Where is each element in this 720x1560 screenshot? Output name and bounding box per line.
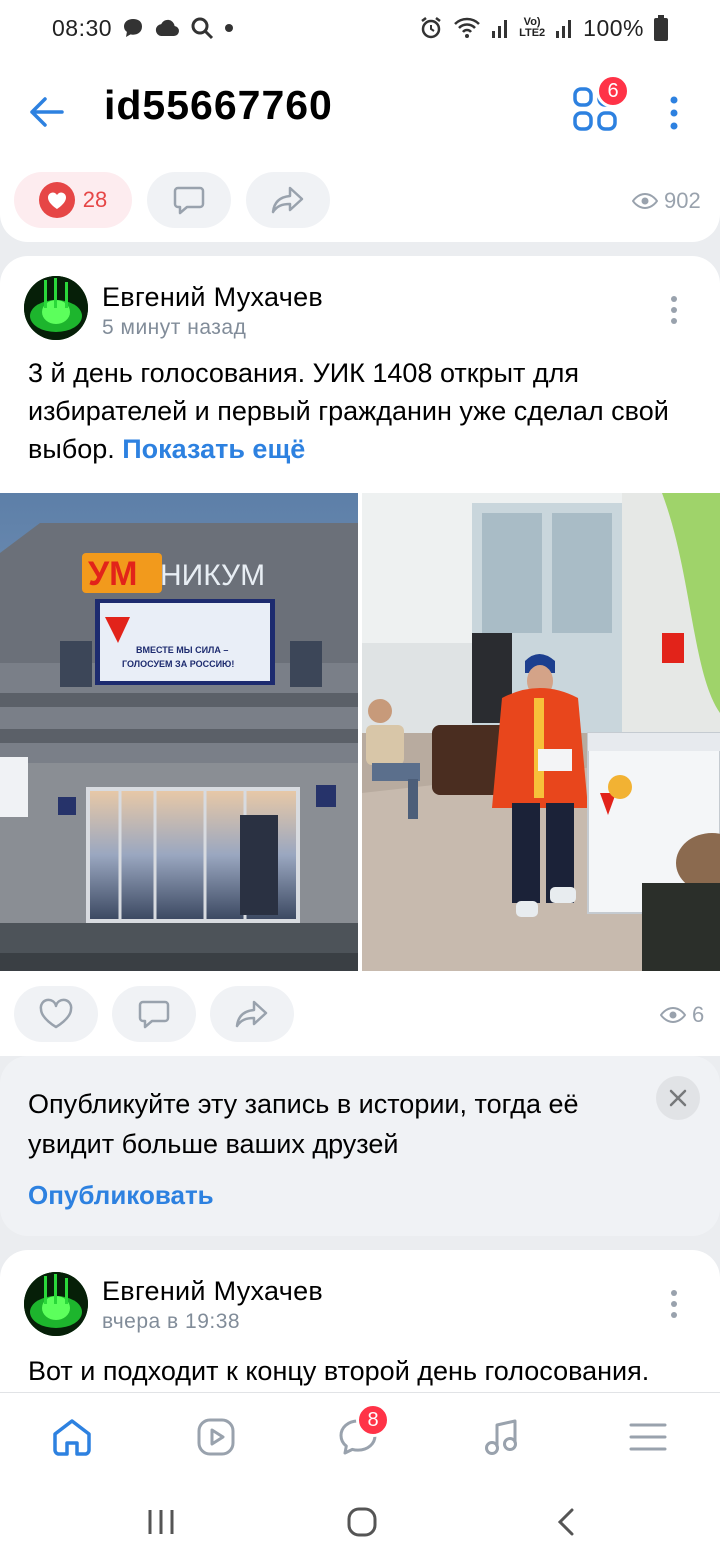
more-vertical-icon xyxy=(671,1290,677,1318)
more-options-button[interactable] xyxy=(660,88,688,138)
views-counter: 6 xyxy=(660,1002,704,1028)
post-text: Вот и подходит к концу второй день голос… xyxy=(28,1356,650,1386)
search-icon xyxy=(190,16,214,40)
tab-messenger[interactable]: 8 xyxy=(332,1403,390,1463)
battery-icon xyxy=(654,15,668,41)
building-photo[interactable]: УМ НИКУМ ВМЕСТЕ МЫ СИЛА – ГОЛОСУЕМ ЗА РО… xyxy=(0,493,358,971)
network-bottom-label: LTE2 xyxy=(519,27,546,39)
close-icon xyxy=(669,1089,687,1107)
polling-station-photo[interactable] xyxy=(362,493,720,971)
messenger-badge: 8 xyxy=(356,1403,390,1437)
post-actions: 6 xyxy=(0,984,720,1044)
eye-icon xyxy=(660,1006,686,1024)
views-counter: 902 xyxy=(632,188,701,214)
publish-story-link[interactable]: Опубликовать xyxy=(28,1180,214,1211)
battery-percent: 100% xyxy=(583,14,644,41)
status-bar: 08:30 Vo) LTE2 100% xyxy=(0,0,720,56)
heart-filled-icon xyxy=(38,182,75,218)
signal-icon-2 xyxy=(555,17,573,39)
system-navigation xyxy=(0,1478,720,1560)
svg-text:НИКУМ: НИКУМ xyxy=(160,559,265,592)
services-badge: 6 xyxy=(596,74,630,108)
music-icon xyxy=(485,1419,517,1455)
dot-icon xyxy=(224,23,234,33)
tab-video[interactable] xyxy=(190,1411,242,1463)
post-text: 3 й день голосования. УИК 1408 открыт дл… xyxy=(28,354,688,468)
recent-apps-button[interactable] xyxy=(141,1502,181,1542)
tab-music[interactable] xyxy=(476,1411,528,1463)
post-menu-button[interactable] xyxy=(664,1284,684,1324)
back-button[interactable] xyxy=(24,90,68,134)
alarm-icon xyxy=(419,16,443,40)
services-button[interactable]: 6 xyxy=(572,74,630,138)
comment-button[interactable] xyxy=(112,986,196,1042)
share-icon xyxy=(271,186,304,214)
author-name[interactable]: Евгений Мухачев xyxy=(102,282,323,313)
like-button[interactable]: 28 xyxy=(14,172,132,228)
post-time: 5 минут назад xyxy=(102,316,247,339)
comment-icon xyxy=(173,186,205,215)
post-time: вчера в 19:38 xyxy=(102,1310,241,1333)
status-bar-left: 08:30 xyxy=(52,15,234,42)
previous-post-actions: 28 902 xyxy=(0,164,720,242)
status-time: 08:30 xyxy=(52,14,113,41)
cloud-icon xyxy=(154,18,180,38)
share-icon xyxy=(235,1000,268,1028)
tab-home[interactable] xyxy=(46,1411,98,1463)
svg-text:ВМЕСТЕ МЫ СИЛА –: ВМЕСТЕ МЫ СИЛА – xyxy=(136,645,228,655)
back-system-button[interactable] xyxy=(546,1502,586,1542)
app-header: id55667760 6 xyxy=(0,56,720,164)
close-banner-button[interactable] xyxy=(656,1076,700,1120)
home-icon xyxy=(53,1419,91,1456)
eye-icon xyxy=(632,192,658,210)
heart-icon xyxy=(39,998,73,1029)
more-vertical-icon xyxy=(671,296,677,324)
video-icon xyxy=(197,1418,235,1456)
like-count: 28 xyxy=(82,187,108,212)
avatar[interactable] xyxy=(24,276,88,340)
post-card-2: Евгений Мухачев вчера в 19:38 Вот и подх… xyxy=(0,1250,720,1395)
recent-apps-icon xyxy=(148,1510,174,1534)
post-menu-button[interactable] xyxy=(664,290,684,330)
post-card: Евгений Мухачев 5 минут назад 3 й день г… xyxy=(0,256,720,1056)
story-banner-text: Опубликуйте эту запись в истории, тогда … xyxy=(28,1089,579,1159)
svg-text:УМ: УМ xyxy=(88,555,137,593)
avatar[interactable] xyxy=(24,1272,88,1336)
home-system-icon xyxy=(347,1507,377,1537)
more-vertical-icon xyxy=(670,96,678,130)
status-bar-right: Vo) LTE2 100% xyxy=(419,15,668,42)
menu-icon xyxy=(629,1423,667,1451)
tab-menu[interactable] xyxy=(622,1411,674,1463)
story-share-banner: Опубликуйте эту запись в истории, тогда … xyxy=(0,1056,720,1236)
author-name[interactable]: Евгений Мухачев xyxy=(102,1276,323,1307)
share-button[interactable] xyxy=(246,172,330,228)
chevron-left-icon xyxy=(557,1508,574,1536)
page-title: id55667760 xyxy=(104,82,333,128)
wifi-icon xyxy=(453,17,481,39)
comment-icon xyxy=(138,1000,170,1029)
home-system-button[interactable] xyxy=(342,1502,382,1542)
views-count: 902 xyxy=(664,188,701,213)
like-button[interactable] xyxy=(14,986,98,1042)
show-more-link[interactable]: Показать ещё xyxy=(122,434,305,464)
back-arrow-icon xyxy=(30,97,64,127)
chat-icon xyxy=(122,17,144,39)
comment-button[interactable] xyxy=(147,172,231,228)
views-count: 6 xyxy=(692,1002,705,1027)
share-button[interactable] xyxy=(210,986,294,1042)
svg-text:ГОЛОСУЕМ ЗА РОССИЮ!: ГОЛОСУЕМ ЗА РОССИЮ! xyxy=(122,659,234,669)
network-type-label: Vo) LTE2 xyxy=(519,17,545,39)
signal-icon xyxy=(491,17,509,39)
bottom-tab-bar: 8 xyxy=(0,1392,720,1478)
